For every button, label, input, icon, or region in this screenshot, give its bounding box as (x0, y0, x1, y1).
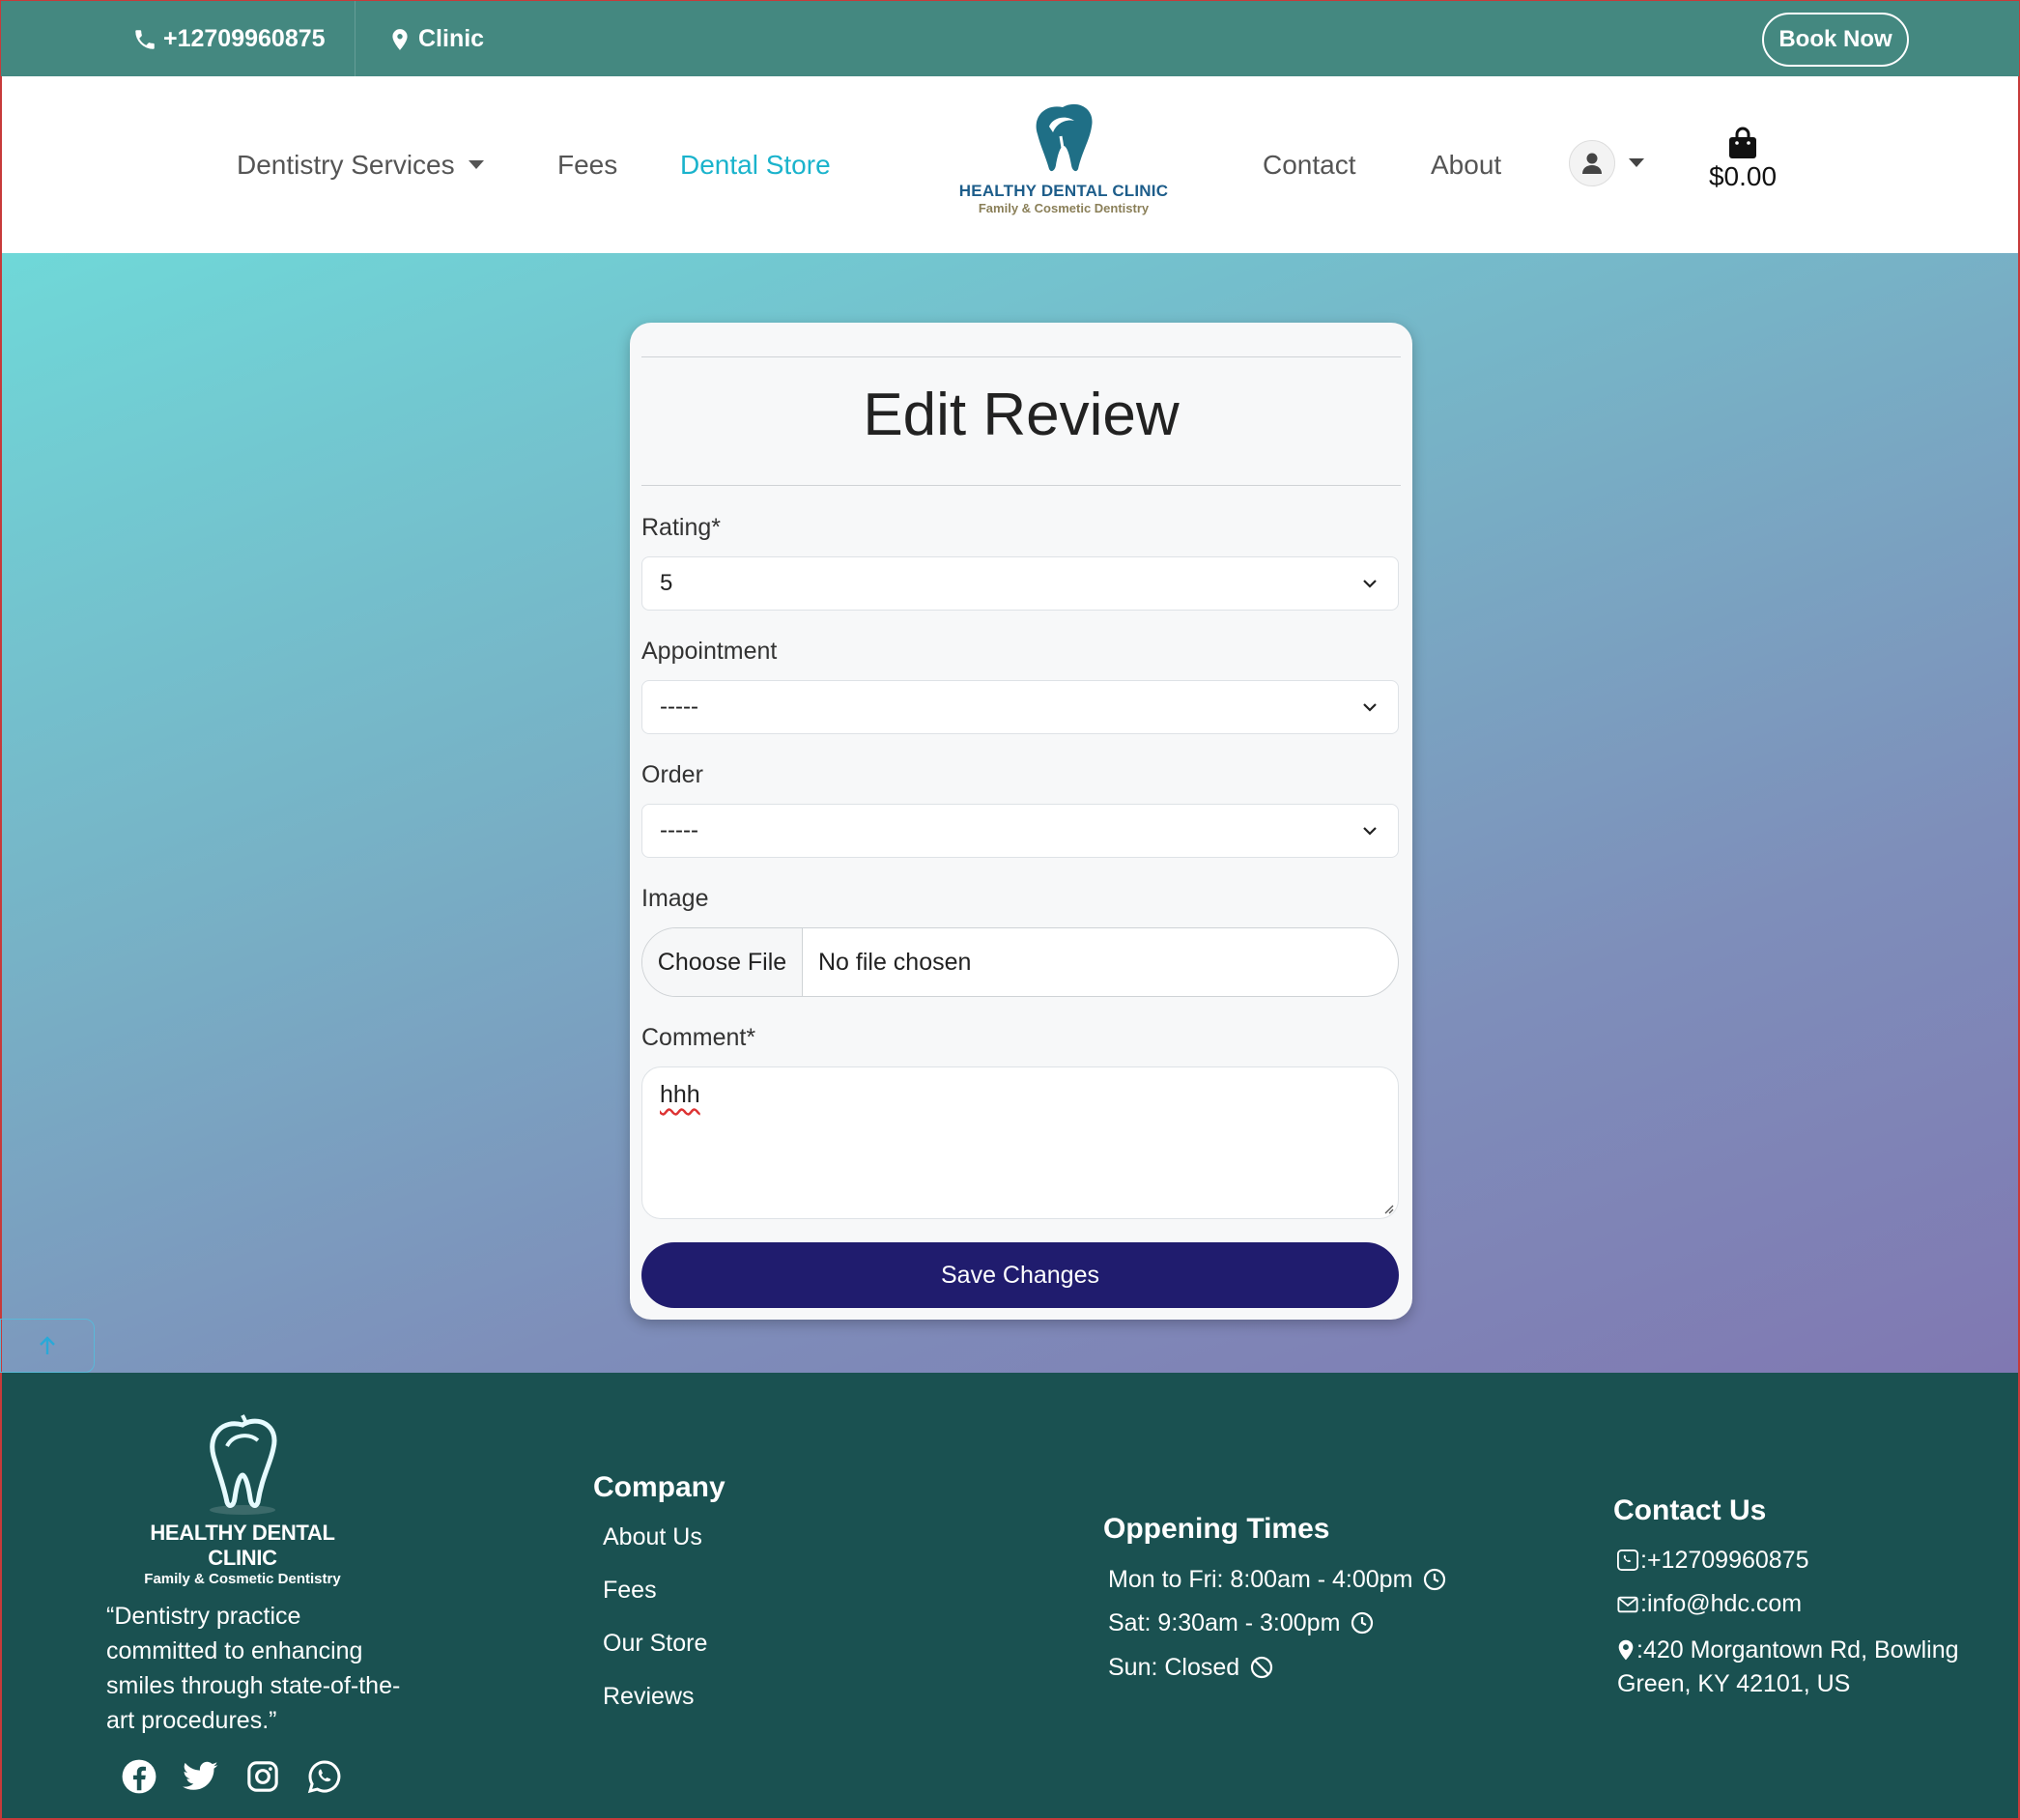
header-logo[interactable]: HEALTHY DENTAL CLINIC Family & Cosmetic … (956, 98, 1171, 233)
site-footer: HEALTHY DENTAL CLINIC Family & Cosmetic … (0, 1373, 2020, 1820)
map-pin-icon (1618, 1639, 1634, 1661)
comment-text: hhh (660, 1081, 700, 1108)
hours-sunday: Sun: Closed (1108, 1654, 1273, 1682)
hours-saturday: Sat: 9:30am - 3:00pm (1108, 1609, 1374, 1637)
whatsapp-icon[interactable] (305, 1757, 344, 1796)
order-select-value: ----- (660, 817, 698, 843)
footer-quote: “Dentistry practice committed to enhanci… (106, 1603, 401, 1734)
instagram-icon[interactable] (243, 1757, 282, 1796)
caret-down-icon (468, 160, 484, 169)
shopping-bag-icon (1729, 127, 1756, 158)
user-menu-caret-icon[interactable] (1629, 158, 1644, 167)
tooth-logo-icon (1036, 103, 1093, 172)
contact-phone[interactable]: :+12709960875 (1617, 1547, 1809, 1575)
contact-email-text: :info@hdc.com (1640, 1590, 1803, 1617)
topbar-phone-text: +12709960875 (163, 25, 326, 52)
order-select[interactable]: ----- (641, 804, 1399, 858)
appointment-select[interactable]: ----- (641, 680, 1399, 734)
user-icon (1582, 153, 1602, 174)
footer-link-fees[interactable]: Fees (603, 1577, 657, 1605)
header-logo-brand: HEALTHY DENTAL CLINIC (958, 182, 1169, 200)
chevron-down-icon (1363, 703, 1377, 712)
chevron-down-icon (1363, 580, 1377, 588)
page-title: Edit Review (863, 382, 1180, 448)
nav-dental-store[interactable]: Dental Store (680, 76, 831, 253)
footer-link-our-store[interactable]: Our Store (603, 1630, 707, 1658)
scroll-to-top-button[interactable] (0, 1319, 95, 1373)
nav-about[interactable]: About (1431, 76, 1501, 253)
resize-grip-icon[interactable] (1382, 1203, 1394, 1214)
topbar-phone[interactable]: +12709960875 (132, 1, 326, 77)
hours-weekdays-text: Mon to Fri: 8:00am - 4:00pm (1108, 1566, 1413, 1593)
appointment-select-value: ----- (660, 694, 698, 720)
footer-logo[interactable]: HEALTHY DENTAL CLINIC Family & Cosmetic … (133, 1413, 352, 1587)
top-bar: +12709960875 Clinic Book Now (0, 0, 2020, 77)
footer-logo-tagline: Family & Cosmetic Dentistry (144, 1571, 341, 1587)
clock-icon (1424, 1568, 1446, 1591)
file-status-text: No file chosen (818, 948, 972, 976)
contact-email[interactable]: :info@hdc.com (1617, 1590, 1802, 1618)
rating-select[interactable]: 5 (641, 556, 1399, 611)
user-menu-button[interactable] (1569, 140, 1615, 186)
contact-address-text: :420 Morgantown Rd, Bowling Green, KY 42… (1617, 1636, 1959, 1697)
cart-button[interactable]: $0.00 (1702, 127, 1783, 192)
envelope-icon (1617, 1596, 1638, 1613)
card-divider-top (641, 356, 1401, 357)
clock-icon (1351, 1611, 1374, 1635)
header-logo-tagline: Family & Cosmetic Dentistry (978, 201, 1150, 215)
footer-link-reviews[interactable]: Reviews (603, 1683, 694, 1711)
card-divider-bottom (641, 485, 1401, 486)
hours-sunday-text: Sun: Closed (1108, 1654, 1240, 1681)
contact-address: :420 Morgantown Rd, Bowling Green, KY 42… (1617, 1634, 1965, 1701)
map-pin-icon (392, 28, 408, 50)
twitter-icon[interactable] (182, 1757, 220, 1796)
chevron-down-icon (1363, 827, 1377, 836)
nav-contact[interactable]: Contact (1263, 76, 1356, 253)
nav-services-label: Dentistry Services (237, 149, 455, 180)
footer-hours-heading: Oppening Times (1103, 1513, 1330, 1545)
order-label: Order (641, 761, 703, 788)
footer-company-heading: Company (593, 1471, 725, 1503)
nav-dentistry-services[interactable]: Dentistry Services (237, 76, 484, 253)
rating-label: Rating* (641, 514, 721, 541)
hours-weekdays: Mon to Fri: 8:00am - 4:00pm (1108, 1566, 1446, 1594)
save-changes-button[interactable]: Save Changes (641, 1242, 1399, 1308)
cart-total: $0.00 (1708, 161, 1778, 191)
appointment-label: Appointment (641, 638, 778, 665)
comment-textarea[interactable]: hhh (641, 1066, 1399, 1219)
choose-file-button[interactable]: Choose File (642, 928, 803, 996)
arrow-up-icon (40, 1336, 55, 1354)
nav-fees[interactable]: Fees (557, 76, 617, 253)
comment-label: Comment* (641, 1024, 756, 1051)
footer-link-about-us[interactable]: About Us (603, 1523, 702, 1551)
tooth-logo-icon (210, 1414, 277, 1515)
topbar-divider (355, 1, 356, 77)
social-links (120, 1757, 344, 1796)
image-file-input[interactable]: Choose File No file chosen (641, 927, 1399, 997)
contact-phone-text: :+12709960875 (1640, 1547, 1809, 1574)
book-now-button[interactable]: Book Now (1762, 13, 1909, 67)
phone-icon (135, 29, 155, 49)
phone-square-icon (1617, 1550, 1638, 1571)
footer-contact-heading: Contact Us (1613, 1494, 1767, 1526)
footer-logo-brand: HEALTHY DENTAL CLINIC (150, 1521, 335, 1570)
ban-icon (1251, 1656, 1273, 1679)
hours-saturday-text: Sat: 9:30am - 3:00pm (1108, 1609, 1341, 1636)
image-label: Image (641, 885, 709, 912)
facebook-icon[interactable] (120, 1757, 158, 1796)
rating-select-value: 5 (660, 570, 673, 596)
topbar-location-text: Clinic (418, 25, 485, 52)
topbar-location[interactable]: Clinic (387, 1, 484, 77)
edit-review-card: Edit Review Rating* 5 Appointment ----- … (630, 323, 1412, 1320)
